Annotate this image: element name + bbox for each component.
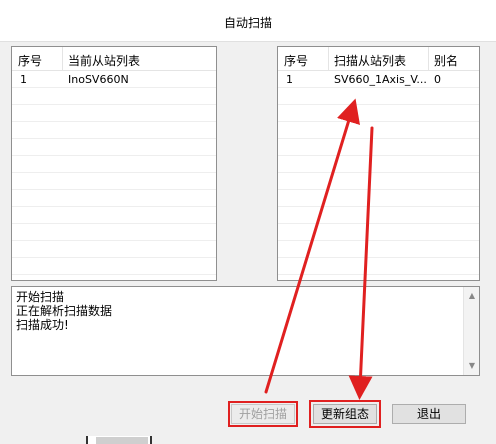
log-line: 正在解析扫描数据: [16, 304, 113, 318]
column-header-index[interactable]: 序号: [284, 52, 308, 69]
taskbar-fragment-inner: [96, 437, 148, 444]
title-bar: 自动扫描: [0, 0, 496, 42]
scan-log-text: 开始扫描 正在解析扫描数据 扫描成功!: [16, 290, 459, 332]
current-slave-list-header: 序号 当前从站列表: [12, 47, 216, 71]
scroll-down-icon[interactable]: ▼: [464, 359, 480, 373]
scanned-slave-list-header: 序号 扫描从站列表 别名: [278, 47, 479, 71]
row-slave-name: InoSV660N: [68, 73, 129, 86]
column-header-scanned-slave-list[interactable]: 扫描从站列表: [334, 52, 406, 69]
log-line: 扫描成功!: [16, 318, 69, 332]
log-line: 开始扫描: [16, 290, 65, 304]
update-configuration-button[interactable]: 更新组态: [313, 404, 377, 424]
scanned-slave-list[interactable]: 序号 扫描从站列表 别名 1 SV660_1Axis_V... 0: [277, 46, 480, 281]
log-scrollbar[interactable]: ▲ ▼: [463, 287, 479, 375]
exit-button[interactable]: 退出: [392, 404, 466, 424]
scanned-slave-list-rows: 1 SV660_1Axis_V... 0: [278, 71, 479, 280]
row-alias: 0: [434, 73, 441, 86]
table-row[interactable]: 1 InoSV660N: [12, 71, 216, 88]
table-row[interactable]: 1 SV660_1Axis_V... 0: [278, 71, 479, 88]
row-slave-name: SV660_1Axis_V...: [334, 73, 426, 86]
current-slave-list-rows: 1 InoSV660N: [12, 71, 216, 280]
start-scan-button[interactable]: 开始扫描: [231, 404, 295, 424]
row-index: 1: [20, 73, 27, 86]
row-index: 1: [286, 73, 293, 86]
scroll-up-icon[interactable]: ▲: [464, 289, 480, 303]
scan-log-textbox[interactable]: 开始扫描 正在解析扫描数据 扫描成功! ▲ ▼: [11, 286, 480, 376]
column-header-alias[interactable]: 别名: [434, 52, 458, 69]
window-title: 自动扫描: [223, 16, 272, 30]
current-slave-list[interactable]: 序号 当前从站列表 1 InoSV660N: [11, 46, 217, 281]
column-header-current-slave-list[interactable]: 当前从站列表: [68, 52, 140, 69]
column-header-index[interactable]: 序号: [18, 52, 42, 69]
